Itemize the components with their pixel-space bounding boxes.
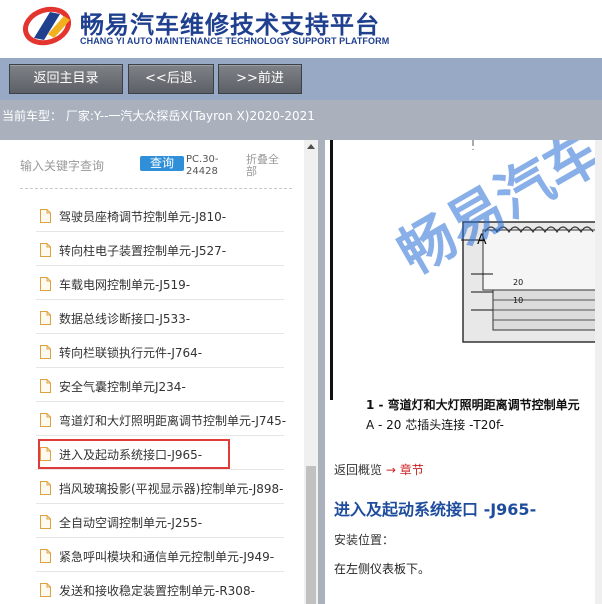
row-divider [36,503,284,504]
collapse-all-button[interactable]: 折叠全部 [246,154,286,178]
row-divider [36,401,284,402]
tree-item[interactable]: 转向柱电子装置控制单元-J527- [36,236,302,266]
tree-item[interactable]: 全自动空调控制单元-J255- [36,508,302,538]
pc-code-label: PC.30- 24428 [186,154,219,177]
row-divider [36,435,284,436]
tree-item-label[interactable]: 发送和接收稳定装置控制单元-R308- [59,582,255,599]
tree-item[interactable]: 车载电网控制单元-J519- [36,270,302,300]
cy-logo-icon [23,6,71,46]
document-icon [40,311,51,325]
current-vehicle-text: 当前车型： 厂家:Y--一汽大众探岳X(Tayron X)2020-2021 [2,109,315,123]
right-scrollbar[interactable] [595,140,602,604]
search-button[interactable]: 查询 [140,156,184,171]
left-scrollbar-thumb[interactable] [306,466,316,604]
tree-item[interactable]: 紧急呼叫模块和通信单元控制单元-J949- [36,542,302,572]
row-divider [36,571,284,572]
scroll-up-arrow-icon[interactable] [304,140,318,154]
panel-splitter[interactable] [318,140,325,604]
left-nav-panel: 输入关键字查询 查询 PC.30- 24428 折叠全部 驾驶员座椅调节控制单元… [0,140,318,604]
document-icon [40,481,51,495]
row-divider [36,367,284,368]
document-icon [40,345,51,359]
row-divider [36,537,284,538]
header-banner: 畅易汽车维修技术支持平台 CHANG YI AUTO MAINTENANCE T… [0,0,602,58]
content-panel: A 20 10 1 - 弯道灯和大灯照明距离调节控制单元 A - 20 芯插头连… [325,140,602,604]
document-icon [40,277,51,291]
row-divider [36,299,284,300]
tree-item-label[interactable]: 全自动空调控制单元-J255- [59,514,202,531]
page-title: 进入及起动系统接口 -J965- [334,500,537,519]
row-divider [36,469,284,470]
brand-title-en: CHANG YI AUTO MAINTENANCE TECHNOLOGY SUP… [80,36,390,46]
tree-item-label[interactable]: 驾驶员座椅调节控制单元-J810- [59,208,226,225]
diagram-caption-2: A - 20 芯插头连接 -T20f- [366,418,504,432]
overview-label[interactable]: 返回概览 [334,463,382,477]
tree-item-label[interactable]: 数据总线诊断接口-J533- [59,310,190,327]
brand-title-cn: 畅易汽车维修技术支持平台 [80,11,380,39]
install-location-text: 在左侧仪表板下。 [334,562,431,576]
back-to-overview-link[interactable]: 返回概览 → 章节 [334,461,424,478]
row-divider [36,231,284,232]
toolbar: 返回主目录 <<后退. >>前进 [0,58,602,100]
selected-item-highlight [38,439,230,469]
tree-item-label[interactable]: 挡风玻璃投影(平视显示器)控制单元-J898- [59,480,283,497]
connector-diagram: A 20 10 1 - 弯道灯和大灯照明距离调节控制单元 A - 20 芯插头连… [330,140,602,432]
back-button[interactable]: <<后退. [128,64,214,94]
tree-item-label[interactable]: 安全气囊控制单元J234- [59,378,186,395]
pin-label-20: 20 [513,278,524,287]
forward-button[interactable]: >>前进 [218,64,302,94]
tree-item-label[interactable]: 转向柱电子装置控制单元-J527- [59,242,226,259]
tree-item-label[interactable]: 弯道灯和大灯照明距离调节控制单元-J745- [59,412,286,429]
tree-item[interactable]: 发送和接收稳定装置控制单元-R308- [40,576,302,604]
document-icon [40,549,51,563]
tree-item[interactable]: 弯道灯和大灯照明距离调节控制单元-J745- [36,406,302,436]
document-icon [40,209,51,223]
divider [20,188,292,189]
document-icon [40,583,51,597]
document-icon [40,379,51,393]
tree-item-label[interactable]: 车载电网控制单元-J519- [59,276,190,293]
current-vehicle-bar: 当前车型： 厂家:Y--一汽大众探岳X(Tayron X)2020-2021 [0,100,602,140]
tree-item[interactable]: 安全气囊控制单元J234- [36,372,302,402]
tree-item[interactable]: 驾驶员座椅调节控制单元-J810- [36,202,302,232]
tree-item[interactable]: 挡风玻璃投影(平视显示器)控制单元-J898- [36,474,302,504]
tree-item-label[interactable]: 紧急呼叫模块和通信单元控制单元-J949- [59,548,274,565]
chapter-link[interactable]: 章节 [400,463,424,477]
document-icon [40,515,51,529]
home-button[interactable]: 返回主目录 [9,64,123,94]
tree-item-label[interactable]: 转向栏联锁执行元件-J764- [59,344,202,361]
search-input[interactable]: 输入关键字查询 [20,157,104,174]
tree-item[interactable]: 转向栏联锁执行元件-J764- [36,338,302,368]
pin-label-10: 10 [513,296,524,305]
arrow-right-icon: → [385,463,396,477]
install-location-label: 安装位置： [334,533,395,547]
document-icon [40,413,51,427]
tree-item[interactable]: 数据总线诊断接口-J533- [36,304,302,334]
document-icon [40,243,51,257]
row-divider [36,333,284,334]
diagram-caption-1: 1 - 弯道灯和大灯照明距离调节控制单元 [366,398,580,412]
row-divider [36,265,284,266]
